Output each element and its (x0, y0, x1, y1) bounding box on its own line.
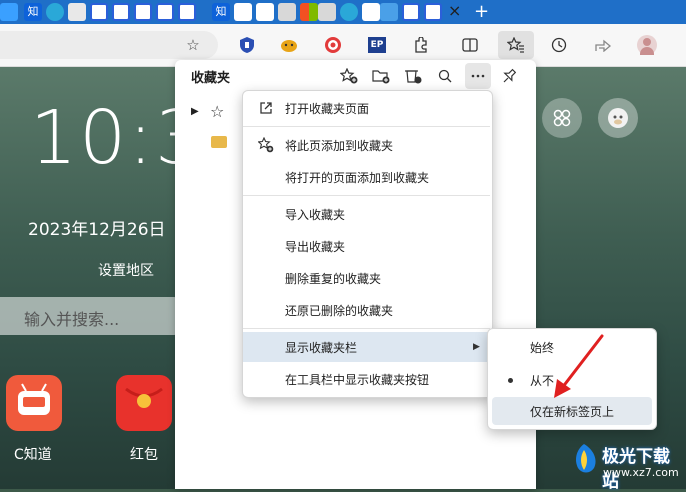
menu-add-open-pages-to-favorites[interactable]: 将打开的页面添加到收藏夹 (243, 162, 490, 192)
menu-remove-duplicates[interactable]: 删除重复的收藏夹 (243, 263, 490, 293)
tab-baidu-2[interactable] (112, 3, 130, 21)
search-placeholder: 输入并搜索... (24, 310, 120, 329)
avatar-icon[interactable] (598, 98, 638, 138)
tab-edge[interactable] (46, 3, 64, 21)
ep-icon[interactable]: EP (366, 34, 388, 56)
menu-show-favorites-button[interactable]: 在工具栏中显示收藏夹按钮 (243, 364, 490, 394)
favorites-bar-star-icon[interactable]: ☆ (210, 102, 224, 121)
shield-icon[interactable] (236, 34, 258, 56)
expand-arrow-icon[interactable]: ▶ (191, 106, 199, 117)
hongbao-tile[interactable] (116, 375, 172, 431)
pin-icon[interactable] (498, 66, 520, 86)
submenu-arrow-icon: ▶ (473, 342, 480, 352)
manage-icon[interactable] (402, 66, 424, 86)
tab-edge-2[interactable] (340, 3, 358, 21)
tile-label: C知道 (14, 447, 52, 463)
tab-weibo[interactable] (68, 3, 86, 21)
add-favorite-icon (257, 136, 275, 154)
menu-restore-deleted[interactable]: 还原已删除的收藏夹 (243, 295, 490, 325)
cat-icon[interactable] (278, 34, 300, 56)
history-icon[interactable] (548, 34, 570, 56)
tab-zhihu[interactable]: 知 (24, 3, 42, 21)
favorites-icon[interactable] (498, 31, 534, 59)
menu-item-label: 导入收藏夹 (285, 207, 346, 222)
tab-close-button[interactable]: × (448, 1, 461, 20)
folder-icon[interactable] (211, 136, 227, 148)
tab-photo[interactable] (234, 3, 252, 21)
tab-zhihu-2[interactable]: 知 (212, 3, 230, 21)
menu-item-label: 显示收藏夹栏 (285, 340, 358, 355)
tab-baidu-4[interactable] (156, 3, 174, 21)
watermark-url: www.xz7.com (603, 466, 679, 479)
tab-settings[interactable] (318, 3, 336, 21)
date-label: 2023年12月26日 (28, 220, 166, 240)
share-icon[interactable] (592, 34, 614, 56)
menu-item-label: 还原已删除的收藏夹 (285, 303, 394, 318)
menu-divider (243, 328, 490, 329)
tab-baidu-7[interactable] (424, 3, 442, 21)
new-tab-button[interactable]: + (474, 1, 489, 22)
tab-microsoft[interactable] (300, 3, 318, 21)
target-icon[interactable] (322, 34, 344, 56)
watermark-logo-icon (576, 444, 596, 473)
open-external-icon (257, 99, 275, 117)
menu-open-favorites-page[interactable]: 打开收藏夹页面 (243, 93, 490, 123)
menu-item-label: 导出收藏夹 (285, 239, 346, 254)
menu-item-label: 将此页添加到收藏夹 (285, 138, 394, 153)
menu-export-favorites[interactable]: 导出收藏夹 (243, 231, 490, 261)
tab-favicon-edge[interactable] (0, 3, 18, 21)
more-icon[interactable] (465, 63, 491, 89)
csdn-tile[interactable] (6, 375, 62, 431)
profile-icon[interactable] (636, 34, 658, 56)
menu-show-favorites-bar[interactable]: 显示收藏夹栏 ▶ (243, 332, 490, 362)
submenu-item-label: 仅在新标签页上 (530, 404, 615, 419)
favorites-title: 收藏夹 (191, 71, 231, 86)
selected-dot-icon (508, 377, 513, 383)
menu-item-label: 将打开的页面添加到收藏夹 (285, 170, 430, 185)
tab-baidu-3[interactable] (134, 3, 152, 21)
add-folder-icon[interactable] (370, 66, 392, 86)
puzzle-icon[interactable] (410, 34, 432, 56)
tab-extensions[interactable] (278, 3, 296, 21)
add-favorite-icon[interactable] (338, 66, 360, 86)
star-outline-icon[interactable]: ☆ (182, 34, 204, 56)
tab-baidu-1[interactable] (90, 3, 108, 21)
tab-baidu-5[interactable] (178, 3, 196, 21)
menu-item-label: 打开收藏夹页面 (285, 101, 370, 116)
menu-divider (243, 126, 490, 127)
menu-item-label: 删除重复的收藏夹 (285, 271, 382, 286)
menu-add-page-to-favorites[interactable]: 将此页添加到收藏夹 (243, 130, 490, 160)
tab-app[interactable] (380, 3, 398, 21)
tab-baidu-6[interactable] (402, 3, 420, 21)
search-icon[interactable] (434, 66, 456, 86)
split-screen-icon[interactable] (459, 34, 481, 56)
menu-import-favorites[interactable]: 导入收藏夹 (243, 199, 490, 229)
set-region-link[interactable]: 设置地区 (98, 260, 154, 280)
tab-blank-2[interactable] (362, 3, 380, 21)
menu-item-label: 在工具栏中显示收藏夹按钮 (285, 372, 430, 387)
tab-blank-1[interactable] (256, 3, 274, 21)
menu-divider (243, 195, 490, 196)
tile-label: 红包 (130, 447, 158, 463)
tab-strip: 知 知 × + (0, 0, 686, 24)
annotation-arrow-icon (554, 334, 604, 398)
ep-icon-label: EP (368, 37, 386, 53)
apps-grid-icon[interactable] (542, 98, 582, 138)
